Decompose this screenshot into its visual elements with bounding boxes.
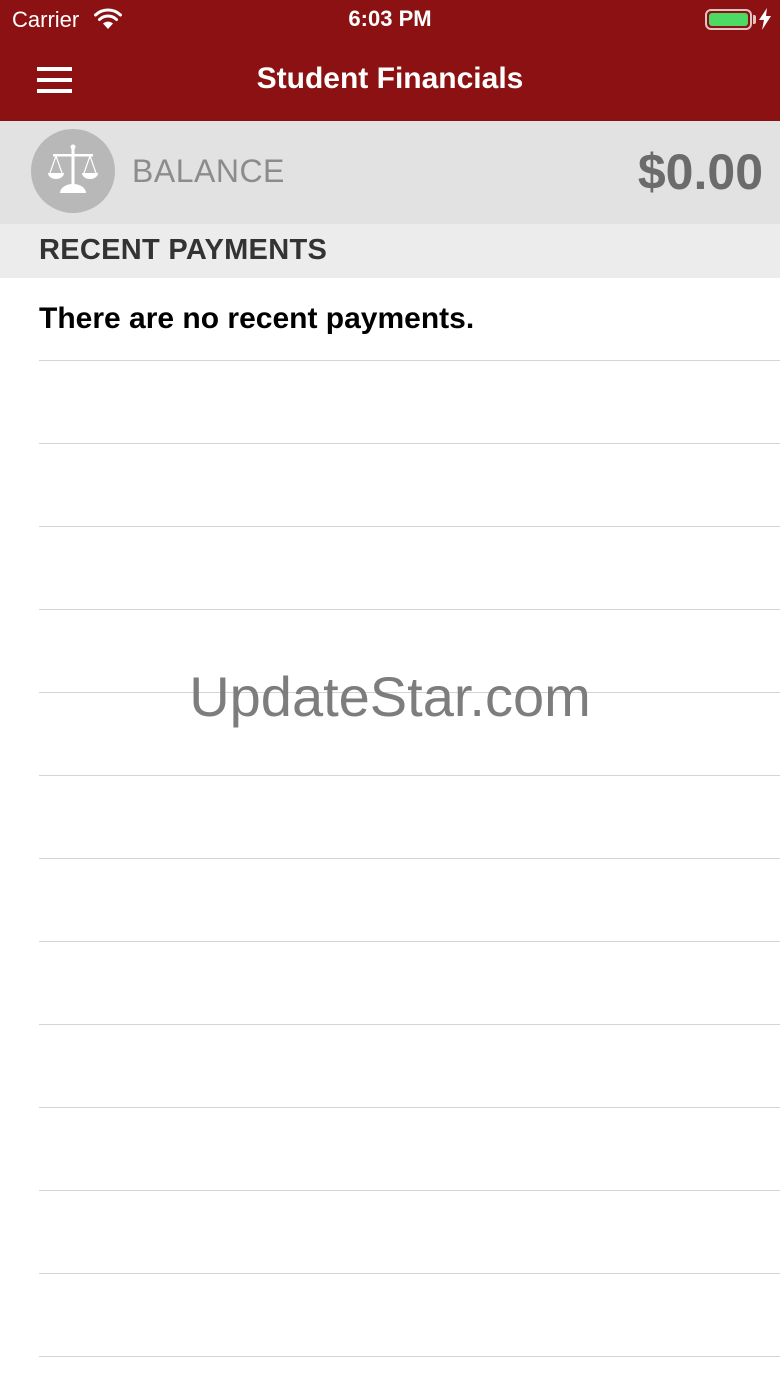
scales-icon: [31, 129, 115, 213]
recent-payments-header: RECENT PAYMENTS: [0, 224, 780, 278]
list-divider: [39, 1107, 780, 1108]
status-bar: Carrier 6:03 PM: [0, 0, 780, 40]
status-time: 6:03 PM: [348, 6, 432, 31]
watermark: UpdateStar.com: [189, 665, 591, 728]
list-divider: [39, 858, 780, 859]
list-divider: [39, 775, 780, 776]
balance-summary: BALANCE $0.00: [0, 121, 780, 224]
battery-level: [709, 13, 748, 26]
list-divider: [39, 1273, 780, 1274]
battery-tip: [753, 15, 756, 24]
empty-message: There are no recent payments.: [39, 302, 475, 335]
list-divider: [39, 1024, 780, 1025]
charging-bolt-icon: [758, 8, 772, 30]
balance-amount: $0.00: [637, 144, 763, 200]
nav-bar: Carrier 6:03 PM Student Financials: [0, 0, 780, 121]
list-divider: [39, 609, 780, 610]
page-title: Student Financials: [256, 62, 524, 95]
empty-payments-row: There are no recent payments.: [0, 278, 780, 361]
list-divider: [39, 443, 780, 444]
list-divider: [39, 526, 780, 527]
list-divider: [39, 360, 780, 361]
battery-icon: [705, 9, 752, 30]
section-title: RECENT PAYMENTS: [39, 234, 328, 266]
list-divider: [39, 941, 780, 942]
list-divider: [39, 1190, 780, 1191]
list-divider: [39, 1356, 780, 1357]
balance-label: BALANCE: [132, 153, 285, 189]
